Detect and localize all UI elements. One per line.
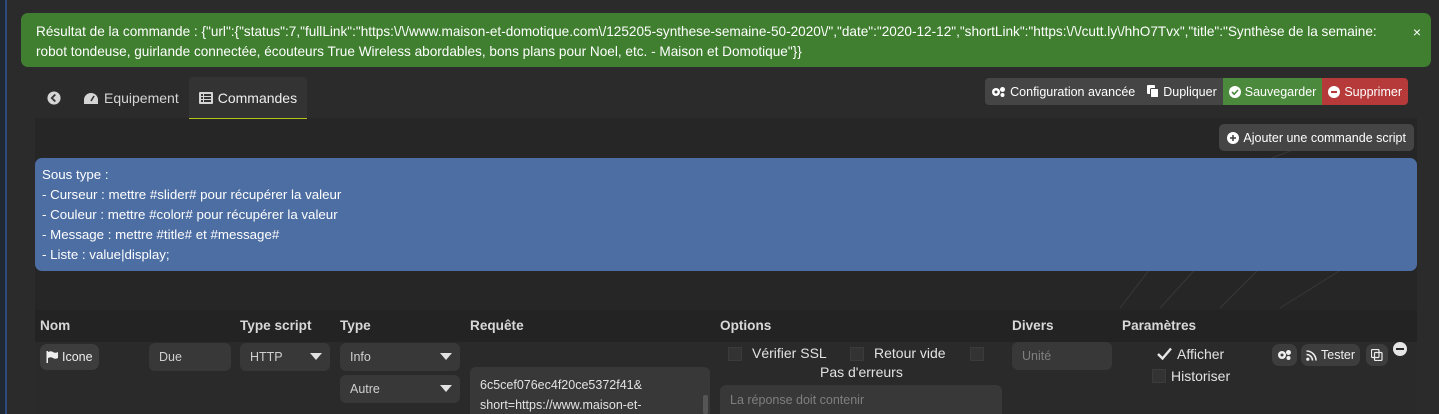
- historize-label: Historiser: [1171, 368, 1231, 384]
- subtype-help-box: Sous type : - Curseur : mettre #slider# …: [35, 158, 1417, 271]
- help-line: Sous type :: [42, 167, 109, 182]
- help-line: - Message : mettre #title# et #message#: [42, 227, 280, 242]
- show-label: Afficher: [1177, 346, 1225, 362]
- tab-bar: Equipement Commandes: [35, 77, 308, 119]
- request-textarea[interactable]: 6c5cef076ec4f20ce5372f41& short=https://…: [470, 367, 710, 414]
- save-button[interactable]: Sauvegarder: [1222, 78, 1323, 105]
- duplicate-command-button[interactable]: [1366, 344, 1388, 366]
- tab-commandes[interactable]: Commandes: [188, 77, 308, 119]
- add-script-command-button[interactable]: Ajouter une commande script: [1219, 124, 1414, 151]
- scrollbar-thumb[interactable]: [703, 395, 708, 414]
- tab-back[interactable]: [35, 77, 73, 119]
- gears-icon: [1278, 350, 1291, 360]
- commands-table-header: Nom Type script Type Requête Options Div…: [35, 310, 1417, 342]
- header-name: Nom: [40, 318, 71, 333]
- command-config-button[interactable]: [1272, 344, 1297, 366]
- list-icon: [198, 91, 213, 104]
- no-errors-checkbox[interactable]: [970, 347, 984, 361]
- help-line: - Couleur : mettre #color# pour récupére…: [42, 207, 338, 222]
- type-select[interactable]: Info: [340, 343, 460, 371]
- flag-icon: [46, 351, 58, 363]
- check-circle-icon: [1228, 85, 1241, 98]
- table-row: Icone Due HTTP Info Autre 6c5cef076ec4f2…: [35, 342, 1417, 414]
- rss-icon: [1306, 349, 1317, 361]
- historize-checkbox[interactable]: [1152, 369, 1166, 383]
- tab-label: Commandes: [217, 89, 298, 106]
- gears-icon: [992, 86, 1006, 97]
- action-button-group: Configuration avancée Dupliquer Sauvegar…: [985, 78, 1408, 105]
- close-icon[interactable]: ×: [1413, 22, 1421, 42]
- plus-circle-icon: [1227, 131, 1240, 144]
- subtype-select[interactable]: Autre: [340, 375, 460, 403]
- chevron-down-icon: [440, 353, 452, 360]
- chevron-down-icon: [440, 385, 452, 392]
- help-line: - Liste : value|display;: [42, 247, 170, 262]
- verify-ssl-label: Vérifier SSL: [752, 345, 827, 361]
- tab-equipement[interactable]: Equipement: [73, 77, 189, 119]
- left-sidebar-edge: [0, 0, 7, 414]
- icon-picker-button[interactable]: Icone: [40, 344, 99, 370]
- response-contains-input[interactable]: La réponse doit contenir: [720, 385, 1002, 414]
- no-errors-label: Pas d'erreurs: [820, 364, 903, 380]
- alert-message: Résultat de la commande : {"url":{"statu…: [36, 24, 1377, 59]
- delete-button[interactable]: Supprimer: [1322, 78, 1408, 105]
- test-button[interactable]: Tester: [1301, 344, 1361, 366]
- duplicate-button[interactable]: Dupliquer: [1141, 78, 1223, 105]
- verify-ssl-checkbox[interactable]: [728, 347, 742, 361]
- header-misc: Divers: [1012, 318, 1054, 333]
- copy-icon: [1371, 349, 1383, 361]
- minus-circle-icon: [1328, 85, 1341, 98]
- empty-return-checkbox[interactable]: [850, 347, 864, 361]
- tachometer-icon: [84, 92, 98, 104]
- tab-label: Equipement: [104, 90, 179, 106]
- empty-return-label: Retour vide: [874, 345, 946, 361]
- advanced-config-button[interactable]: Configuration avancée: [985, 78, 1142, 105]
- header-type: Type: [340, 318, 371, 333]
- script-type-select[interactable]: HTTP: [240, 343, 330, 371]
- header-options: Options: [720, 318, 772, 333]
- chevron-down-icon: [310, 353, 322, 360]
- unit-input[interactable]: Unité: [1012, 342, 1112, 370]
- remove-command-icon[interactable]: [1393, 342, 1407, 356]
- header-params: Paramètres: [1122, 318, 1197, 333]
- header-request: Requête: [470, 318, 524, 333]
- command-name-input[interactable]: Due: [149, 343, 231, 371]
- checkmark-icon[interactable]: [1157, 347, 1172, 360]
- back-arrow-icon: [47, 91, 61, 105]
- header-script-type: Type script: [240, 318, 312, 333]
- copy-icon: [1147, 85, 1160, 98]
- help-line: - Curseur : mettre #slider# pour récupér…: [42, 187, 342, 202]
- command-result-alert: Résultat de la commande : {"url":{"statu…: [21, 13, 1431, 67]
